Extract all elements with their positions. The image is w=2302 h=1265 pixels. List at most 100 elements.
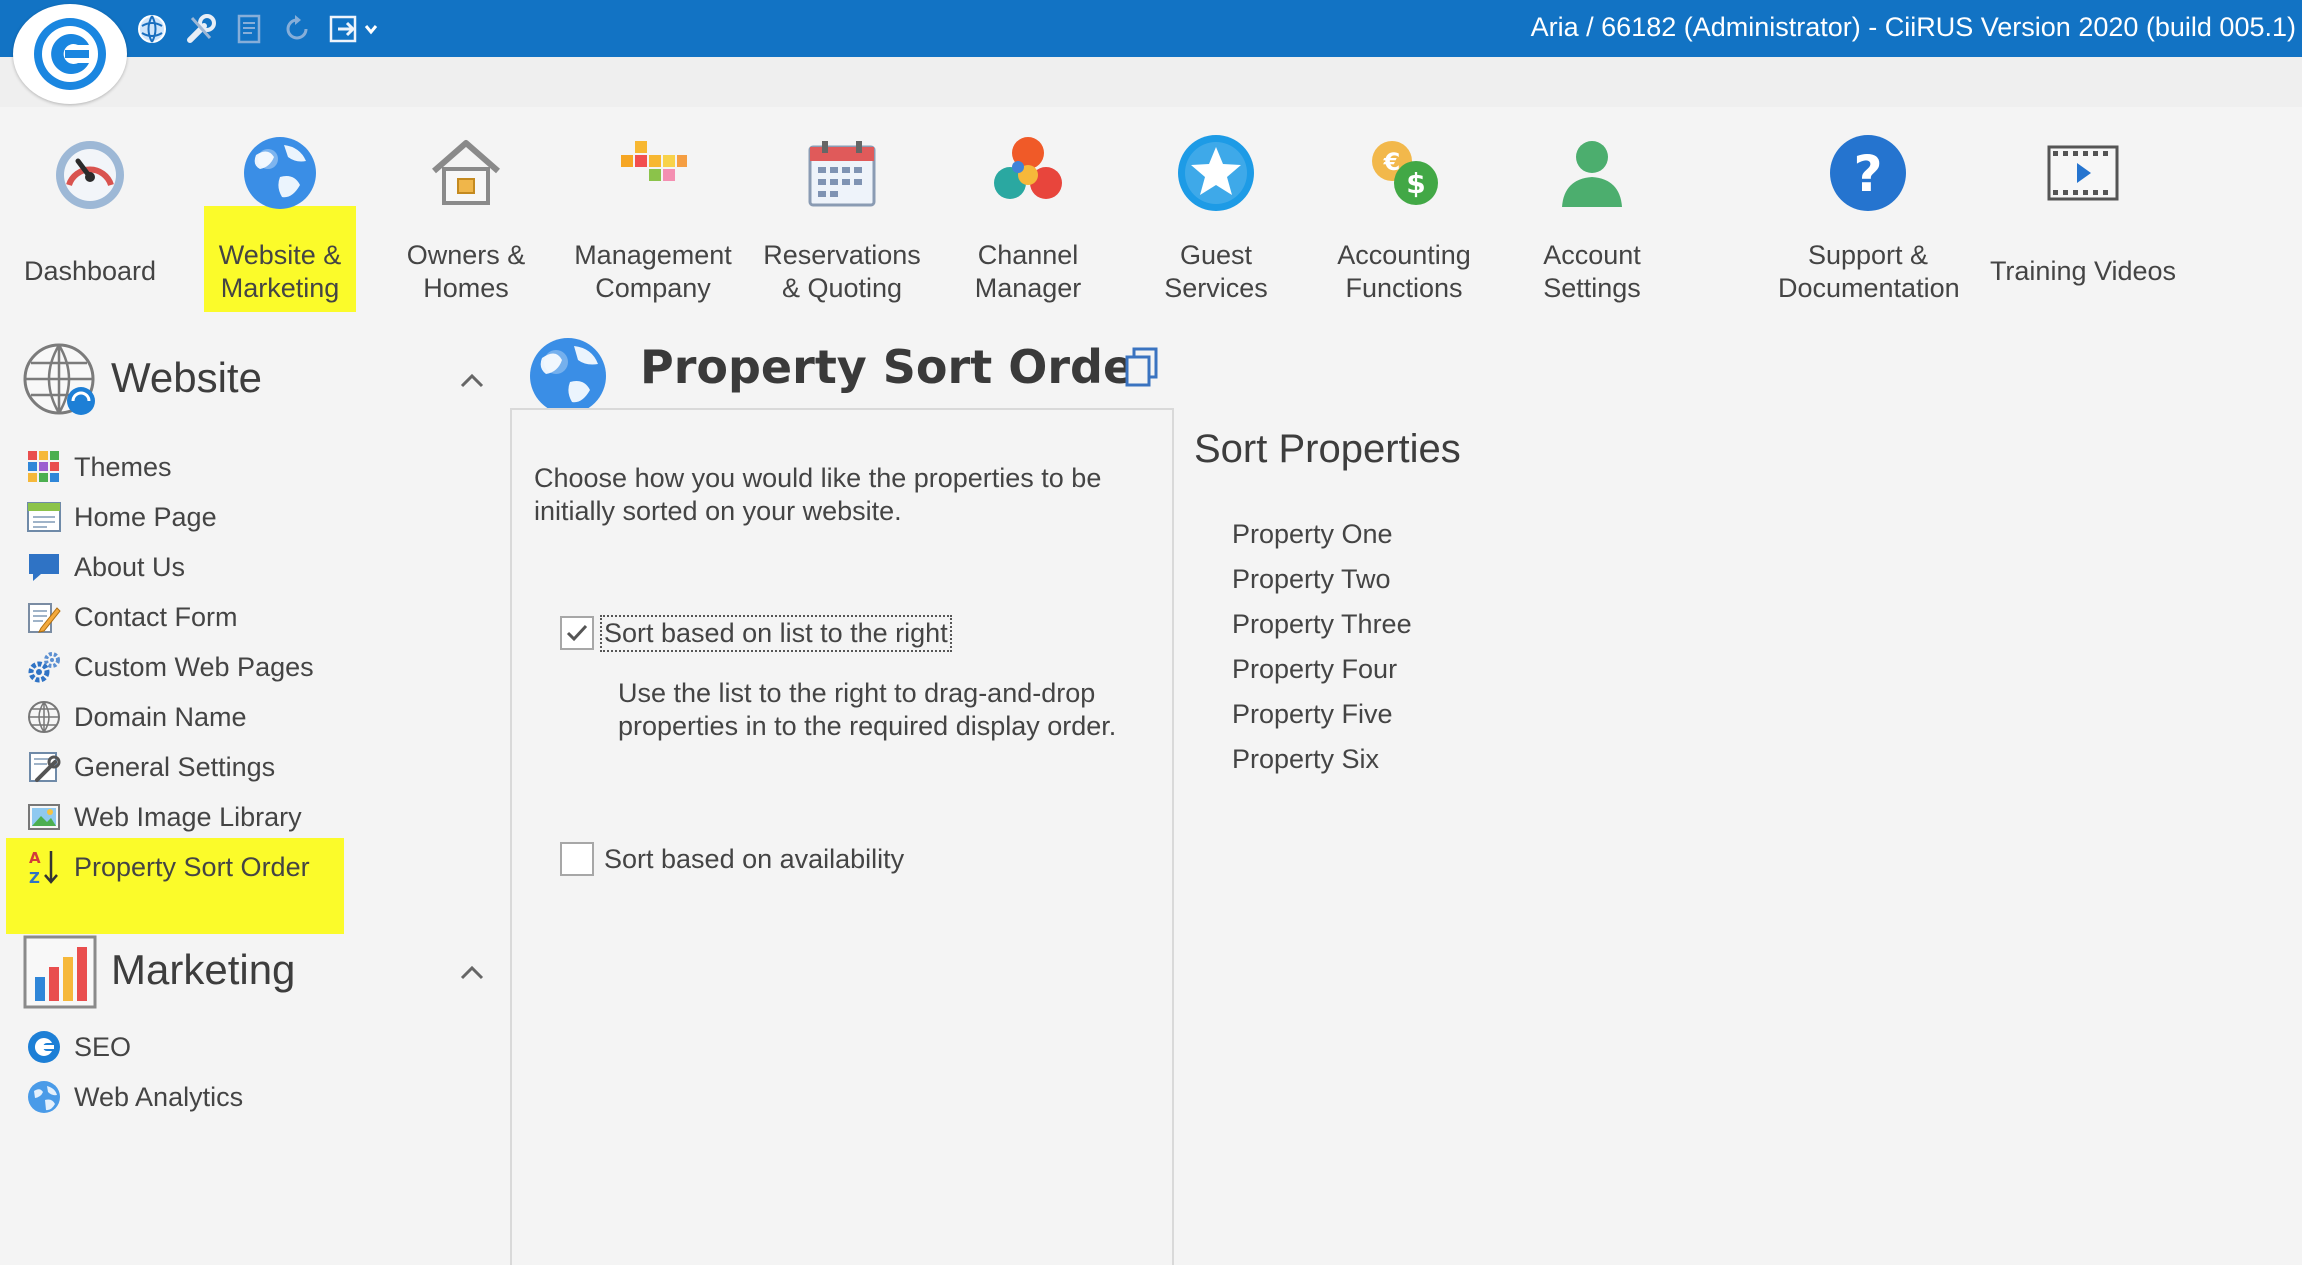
- bar-chart-icon: [20, 932, 100, 1012]
- nav-item-label: Domain Name: [74, 701, 247, 732]
- sort-properties-list: Property One Property Two Property Three…: [1232, 512, 1632, 782]
- ribbon-dashboard[interactable]: Dashboard: [0, 121, 180, 311]
- ribbon-label: Training Videos: [1989, 256, 2177, 286]
- nav-group-title: Website: [111, 354, 262, 401]
- sort-property-item[interactable]: Property One: [1232, 512, 1632, 557]
- document-icon[interactable]: [232, 12, 266, 46]
- nav-item-label: Themes: [74, 451, 172, 482]
- ribbon-owners-homes[interactable]: Owners & Homes: [376, 121, 556, 311]
- nav-group-title: Marketing: [111, 946, 296, 993]
- nav-item-label: Property Sort Order: [74, 851, 310, 882]
- nav-item-label: Contact Form: [74, 601, 238, 632]
- tools-icon[interactable]: [184, 12, 218, 46]
- nav-item-label: Custom Web Pages: [74, 651, 314, 682]
- ribbon-label: Owners & Homes: [406, 240, 526, 303]
- nav-item-home-page[interactable]: Home Page: [24, 494, 444, 540]
- ribbon-channel-manager[interactable]: Channel Manager: [938, 121, 1118, 311]
- ribbon-accounting-functions[interactable]: € $ Accounting Functions: [1314, 121, 1494, 311]
- house-icon: [422, 129, 510, 217]
- chevron-up-icon[interactable]: [454, 954, 490, 990]
- ribbon-label: Support & Documentation: [1778, 240, 1960, 303]
- home-page-icon: [24, 497, 64, 537]
- nav-item-contact-form[interactable]: Contact Form: [24, 594, 444, 640]
- export-icon[interactable]: [328, 12, 380, 46]
- ribbon-management-company[interactable]: Management Company: [563, 121, 743, 311]
- sort-property-item[interactable]: Property Three: [1232, 602, 1632, 647]
- nav-item-seo[interactable]: SEO: [24, 1024, 444, 1070]
- nav-item-domain-name[interactable]: Domain Name: [24, 694, 444, 740]
- settings-icon: [24, 747, 64, 787]
- nav-item-general-settings[interactable]: General Settings: [24, 744, 444, 790]
- title-bar: Aria / 66182 (Administrator) - CiiRUS Ve…: [0, 0, 2302, 57]
- seo-icon: [24, 1027, 64, 1067]
- coins-icon: € $: [1360, 129, 1448, 217]
- nav-item-web-analytics[interactable]: Web Analytics: [24, 1074, 444, 1120]
- blocks-icon: [609, 129, 697, 217]
- image-library-icon: [24, 797, 64, 837]
- ribbon-tab-strip: [0, 57, 2302, 107]
- contact-form-icon: [24, 597, 64, 637]
- sort-list-checkbox[interactable]: [560, 616, 594, 650]
- ribbon-label: Channel Manager: [974, 240, 1082, 303]
- ribbon-website-marketing[interactable]: Website & Marketing: [190, 121, 370, 311]
- nav-group-website[interactable]: Website: [20, 340, 490, 422]
- ribbon-label: Reservations & Quoting: [763, 240, 921, 303]
- gauge-icon: [46, 129, 134, 217]
- left-navigation: Website Themes Home Page About Us Contac…: [0, 312, 510, 1265]
- user-icon: [1548, 129, 1636, 217]
- sort-property-item[interactable]: Property Two: [1232, 557, 1632, 602]
- sort-property-item[interactable]: Property Five: [1232, 692, 1632, 737]
- page-title: Property Sort Order: [640, 340, 1157, 394]
- nav-item-label: Web Analytics: [74, 1081, 244, 1112]
- ribbon-label: Website & Marketing: [218, 240, 342, 303]
- sort-availability-label[interactable]: Sort based on availability: [602, 843, 906, 876]
- ribbon-support-documentation[interactable]: ? Support & Documentation: [1778, 121, 1960, 311]
- sort-availability-checkbox[interactable]: [560, 842, 594, 876]
- refresh-icon[interactable]: [280, 12, 314, 46]
- intro-text: Choose how you would like the properties…: [534, 463, 1102, 526]
- option-sort-availability[interactable]: Sort based on availability: [560, 839, 906, 879]
- svg-text:A: A: [29, 849, 41, 867]
- ribbon-label: Accounting Functions: [1337, 240, 1471, 303]
- page-globe-icon: [526, 332, 610, 416]
- ribbon-label: Guest Services: [1164, 240, 1268, 303]
- nav-item-label: Web Image Library: [74, 801, 302, 832]
- about-us-icon: [24, 547, 64, 587]
- sort-property-item[interactable]: Property Six: [1232, 737, 1632, 782]
- ribbon-training-videos[interactable]: Training Videos: [1988, 121, 2178, 311]
- ribbon-reservations-quoting[interactable]: Reservations & Quoting: [752, 121, 932, 311]
- sort-property-item[interactable]: Property Four: [1232, 647, 1632, 692]
- sort-properties-title: Sort Properties: [1194, 427, 1461, 471]
- svg-text:$: $: [1406, 167, 1425, 200]
- nav-item-label: Home Page: [74, 501, 217, 532]
- quick-access-toolbar: [136, 10, 380, 48]
- globe-icon: [236, 129, 324, 217]
- sort-az-icon: AZ: [24, 847, 64, 887]
- nav-item-themes[interactable]: Themes: [24, 444, 444, 490]
- nav-item-property-sort-order[interactable]: AZ Property Sort Order: [24, 844, 444, 890]
- nav-item-label: About Us: [74, 551, 186, 582]
- website-globe-icon: [20, 340, 100, 420]
- nav-item-about-us[interactable]: About Us: [24, 544, 444, 590]
- nav-item-label: SEO: [74, 1031, 132, 1062]
- sort-list-label[interactable]: Sort based on list to the right: [600, 614, 952, 652]
- nav-group-marketing[interactable]: Marketing: [20, 932, 490, 1014]
- sort-options-panel: Choose how you would like the properties…: [510, 408, 1174, 1265]
- ribbon-label: Management Company: [574, 240, 732, 303]
- nav-item-custom-web-pages[interactable]: Custom Web Pages: [24, 644, 444, 690]
- option-sort-list[interactable]: Sort based on list to the right: [560, 613, 952, 653]
- chevron-up-icon[interactable]: [454, 362, 490, 398]
- channel-icon: [984, 129, 1072, 217]
- app-logo[interactable]: [13, 4, 127, 104]
- copy-icon[interactable]: [1122, 346, 1162, 390]
- ribbon-guest-services[interactable]: Guest Services: [1126, 121, 1306, 311]
- gears-icon: [24, 647, 64, 687]
- sort-list-description: Use the list to the right to drag-and-dr…: [618, 678, 1117, 741]
- film-icon: [2039, 129, 2127, 217]
- nav-item-web-image-library[interactable]: Web Image Library: [24, 794, 444, 840]
- ribbon-account-settings[interactable]: Account Settings: [1502, 121, 1682, 311]
- star-icon: [1172, 129, 1260, 217]
- globe-sync-icon[interactable]: [136, 12, 170, 46]
- help-icon: ?: [1824, 129, 1912, 217]
- nav-item-label: General Settings: [74, 751, 276, 782]
